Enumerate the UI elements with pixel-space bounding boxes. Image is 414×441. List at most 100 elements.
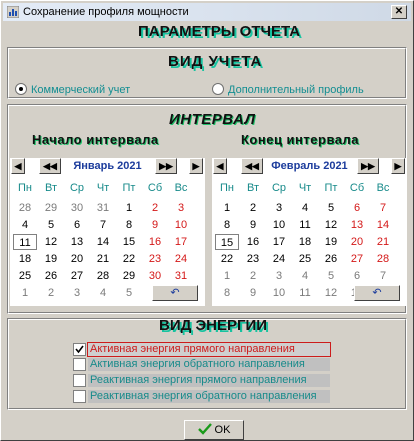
radio-additional[interactable]: Дополнительный профиль bbox=[212, 83, 364, 97]
undo-button[interactable]: ↶ bbox=[152, 285, 198, 301]
day-cell[interactable]: 13 bbox=[65, 234, 89, 250]
day-cell[interactable]: 29 bbox=[117, 268, 141, 284]
day-cell[interactable]: 17 bbox=[267, 234, 291, 250]
day-cell[interactable]: 3 bbox=[267, 268, 291, 284]
day-cell[interactable]: 5 bbox=[117, 285, 141, 301]
day-cell[interactable]: 28 bbox=[91, 268, 115, 284]
day-cell[interactable]: 16 bbox=[241, 234, 265, 250]
checkbox[interactable] bbox=[73, 374, 86, 387]
day-cell[interactable]: 3 bbox=[65, 285, 89, 301]
next-month-button[interactable]: ▶ bbox=[189, 158, 203, 174]
day-cell[interactable]: 5 bbox=[319, 268, 343, 284]
undo-button[interactable]: ↶ bbox=[354, 285, 400, 301]
day-cell[interactable]: 13 bbox=[345, 217, 369, 233]
day-cell[interactable]: 18 bbox=[13, 251, 37, 267]
day-cell[interactable]: 2 bbox=[241, 268, 265, 284]
day-cell[interactable]: 26 bbox=[39, 268, 63, 284]
day-cell[interactable]: 24 bbox=[267, 251, 291, 267]
day-cell[interactable]: 22 bbox=[117, 251, 141, 267]
day-cell[interactable]: 11 bbox=[13, 234, 37, 250]
triangle-right-icon: ▶ bbox=[394, 161, 402, 171]
day-cell[interactable]: 7 bbox=[91, 217, 115, 233]
day-cell[interactable]: 21 bbox=[371, 234, 395, 250]
day-cell[interactable]: 5 bbox=[39, 217, 63, 233]
day-cell[interactable]: 23 bbox=[143, 251, 167, 267]
day-cell[interactable]: 1 bbox=[215, 268, 239, 284]
day-cell[interactable]: 14 bbox=[91, 234, 115, 250]
checkbox[interactable] bbox=[73, 390, 86, 403]
day-cell[interactable]: 30 bbox=[143, 268, 167, 284]
day-cell[interactable]: 12 bbox=[319, 285, 343, 301]
next-year-button[interactable]: ▶▶ bbox=[357, 158, 379, 174]
day-cell[interactable]: 11 bbox=[293, 285, 317, 301]
day-cell[interactable]: 2 bbox=[241, 200, 265, 216]
day-cell[interactable]: 14 bbox=[371, 217, 395, 233]
day-cell[interactable]: 15 bbox=[215, 234, 239, 250]
day-cell[interactable]: 21 bbox=[91, 251, 115, 267]
day-cell[interactable]: 20 bbox=[65, 251, 89, 267]
day-cell[interactable]: 5 bbox=[319, 200, 343, 216]
day-cell[interactable]: 10 bbox=[169, 217, 193, 233]
day-cell[interactable]: 4 bbox=[293, 268, 317, 284]
ok-button[interactable]: OK bbox=[184, 420, 244, 440]
day-cell[interactable]: 4 bbox=[91, 285, 115, 301]
day-cell[interactable]: 19 bbox=[39, 251, 63, 267]
day-cell[interactable]: 8 bbox=[117, 217, 141, 233]
day-cell[interactable]: 28 bbox=[371, 251, 395, 267]
title-bar: Сохранение профиля мощности ✕ bbox=[3, 3, 411, 21]
day-cell[interactable]: 7 bbox=[371, 200, 395, 216]
day-cell[interactable]: 4 bbox=[293, 200, 317, 216]
day-cell[interactable]: 25 bbox=[293, 251, 317, 267]
day-cell[interactable]: 2 bbox=[143, 200, 167, 216]
day-cell[interactable]: 19 bbox=[319, 234, 343, 250]
weekday-label: Вт bbox=[44, 182, 57, 194]
day-cell[interactable]: 8 bbox=[215, 285, 239, 301]
day-cell[interactable]: 3 bbox=[267, 200, 291, 216]
day-cell[interactable]: 24 bbox=[169, 251, 193, 267]
window-title: Сохранение профиля мощности bbox=[23, 6, 189, 18]
day-cell[interactable]: 8 bbox=[215, 217, 239, 233]
day-cell[interactable]: 17 bbox=[169, 234, 193, 250]
day-cell[interactable]: 3 bbox=[169, 200, 193, 216]
day-cell[interactable]: 25 bbox=[13, 268, 37, 284]
day-cell[interactable]: 6 bbox=[65, 217, 89, 233]
day-cell[interactable]: 27 bbox=[345, 251, 369, 267]
day-cell[interactable]: 1 bbox=[215, 200, 239, 216]
day-cell[interactable]: 26 bbox=[319, 251, 343, 267]
day-cell[interactable]: 29 bbox=[39, 200, 63, 216]
day-cell[interactable]: 1 bbox=[117, 200, 141, 216]
day-cell[interactable]: 22 bbox=[215, 251, 239, 267]
day-cell[interactable]: 7 bbox=[371, 268, 395, 284]
day-cell[interactable]: 31 bbox=[169, 268, 193, 284]
day-cell[interactable]: 27 bbox=[65, 268, 89, 284]
next-month-button[interactable]: ▶ bbox=[391, 158, 405, 174]
day-cell[interactable]: 9 bbox=[143, 217, 167, 233]
day-cell[interactable]: 6 bbox=[345, 200, 369, 216]
day-cell[interactable]: 18 bbox=[293, 234, 317, 250]
day-cell[interactable]: 4 bbox=[13, 217, 37, 233]
day-cell[interactable]: 23 bbox=[241, 251, 265, 267]
day-cell[interactable]: 15 bbox=[117, 234, 141, 250]
day-cell[interactable]: 6 bbox=[345, 268, 369, 284]
weekday-label: Пт bbox=[122, 182, 136, 194]
day-cell[interactable]: 2 bbox=[39, 285, 63, 301]
next-year-button[interactable]: ▶▶ bbox=[155, 158, 177, 174]
day-cell[interactable]: 10 bbox=[267, 285, 291, 301]
checkbox[interactable] bbox=[73, 343, 86, 356]
day-cell[interactable]: 1 bbox=[13, 285, 37, 301]
day-cell[interactable]: 10 bbox=[267, 217, 291, 233]
close-button[interactable]: ✕ bbox=[391, 5, 407, 19]
day-cell[interactable]: 16 bbox=[143, 234, 167, 250]
day-cell[interactable]: 31 bbox=[91, 200, 115, 216]
day-cell[interactable]: 12 bbox=[39, 234, 63, 250]
day-cell[interactable]: 9 bbox=[241, 217, 265, 233]
day-cell[interactable]: 20 bbox=[345, 234, 369, 250]
day-cell[interactable]: 11 bbox=[293, 217, 317, 233]
checkbox[interactable] bbox=[73, 358, 86, 371]
day-cell[interactable]: 28 bbox=[13, 200, 37, 216]
undo-icon: ↶ bbox=[372, 287, 382, 299]
day-cell[interactable]: 30 bbox=[65, 200, 89, 216]
day-cell[interactable]: 12 bbox=[319, 217, 343, 233]
day-cell[interactable]: 9 bbox=[241, 285, 265, 301]
radio-commercial[interactable]: Коммерческий учет bbox=[15, 83, 130, 97]
